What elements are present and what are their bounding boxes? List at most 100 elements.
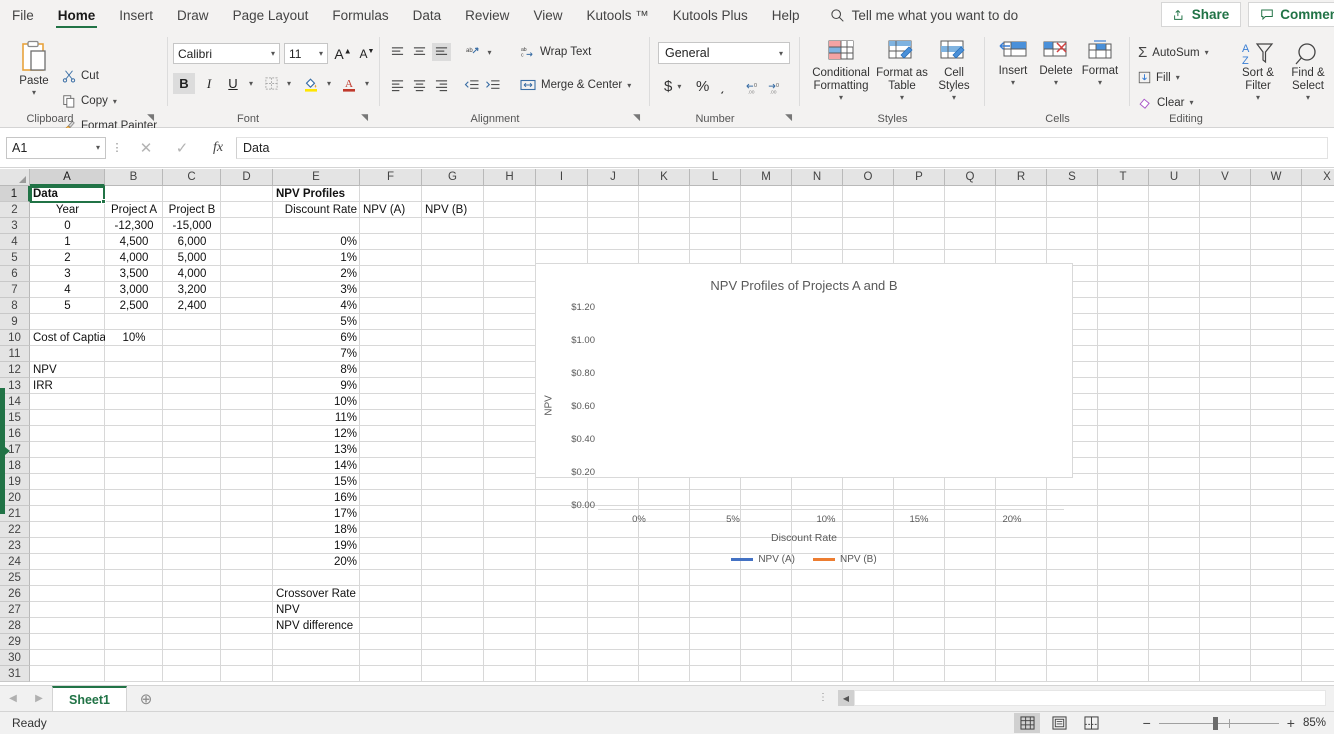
cell-I29[interactable] xyxy=(536,634,588,650)
row-header-6[interactable]: 6 xyxy=(0,266,30,282)
find-select-button[interactable]: Find & Select ▾ xyxy=(1284,41,1332,103)
cell-value-B6[interactable]: 3,500 xyxy=(105,266,163,282)
cell-value-B8[interactable]: 2,500 xyxy=(105,298,163,314)
cell-X23[interactable] xyxy=(1302,538,1334,554)
cell-value-B5[interactable]: 4,000 xyxy=(105,250,163,266)
cell-V21[interactable] xyxy=(1200,506,1251,522)
clear-button[interactable]: Clear ▾ xyxy=(1138,96,1194,109)
cell-B29[interactable] xyxy=(105,634,163,650)
chevron-down-icon[interactable]: ▾ xyxy=(1176,73,1180,82)
cell-H29[interactable] xyxy=(484,634,536,650)
cell-J31[interactable] xyxy=(588,666,639,682)
cell-F29[interactable] xyxy=(360,634,422,650)
cell-V20[interactable] xyxy=(1200,490,1251,506)
cell-C13[interactable] xyxy=(163,378,221,394)
cell-W6[interactable] xyxy=(1251,266,1302,282)
cell-B25[interactable] xyxy=(105,570,163,586)
cell-U6[interactable] xyxy=(1149,266,1200,282)
cell-F19[interactable] xyxy=(360,474,422,490)
cell-value-E27[interactable]: NPV xyxy=(273,602,360,618)
cell-D18[interactable] xyxy=(221,458,273,474)
cell-W20[interactable] xyxy=(1251,490,1302,506)
cell-S31[interactable] xyxy=(1047,666,1098,682)
cell-F3[interactable] xyxy=(360,218,422,234)
cell-T5[interactable] xyxy=(1098,250,1149,266)
cell-B26[interactable] xyxy=(105,586,163,602)
cell-G6[interactable] xyxy=(422,266,484,282)
cell-H6[interactable] xyxy=(484,266,536,282)
column-header-w[interactable]: W xyxy=(1251,169,1302,186)
cell-H21[interactable] xyxy=(484,506,536,522)
cell-S20[interactable] xyxy=(1047,490,1098,506)
cell-F4[interactable] xyxy=(360,234,422,250)
cell-M1[interactable] xyxy=(741,186,792,202)
cell-W24[interactable] xyxy=(1251,554,1302,570)
cell-B27[interactable] xyxy=(105,602,163,618)
cell-W23[interactable] xyxy=(1251,538,1302,554)
cell-C9[interactable] xyxy=(163,314,221,330)
cell-G12[interactable] xyxy=(422,362,484,378)
decrease-font-size-button[interactable]: A▼ xyxy=(356,43,378,64)
cell-W5[interactable] xyxy=(1251,250,1302,266)
cell-I4[interactable] xyxy=(536,234,588,250)
cell-F11[interactable] xyxy=(360,346,422,362)
cell-W25[interactable] xyxy=(1251,570,1302,586)
cell-value-C8[interactable]: 2,400 xyxy=(163,298,221,314)
cell-U22[interactable] xyxy=(1149,522,1200,538)
cell-B12[interactable] xyxy=(105,362,163,378)
cell-P27[interactable] xyxy=(894,602,945,618)
cell-value-E10[interactable]: 6% xyxy=(273,330,360,346)
cell-value-B7[interactable]: 3,000 xyxy=(105,282,163,298)
cell-M20[interactable] xyxy=(741,490,792,506)
cell-C16[interactable] xyxy=(163,426,221,442)
cell-S27[interactable] xyxy=(1047,602,1098,618)
cell-U8[interactable] xyxy=(1149,298,1200,314)
cell-U26[interactable] xyxy=(1149,586,1200,602)
chevron-down-icon[interactable]: ▾ xyxy=(1306,93,1310,102)
chevron-down-icon[interactable]: ▾ xyxy=(1054,78,1058,87)
cell-F22[interactable] xyxy=(360,522,422,538)
cell-F26[interactable] xyxy=(360,586,422,602)
cell-G16[interactable] xyxy=(422,426,484,442)
cell-L30[interactable] xyxy=(690,650,741,666)
cell-I30[interactable] xyxy=(536,650,588,666)
cell-C30[interactable] xyxy=(163,650,221,666)
column-header-g[interactable]: G xyxy=(422,169,484,186)
cell-C21[interactable] xyxy=(163,506,221,522)
cell-D1[interactable] xyxy=(221,186,273,202)
cell-O30[interactable] xyxy=(843,650,894,666)
increase-font-size-button[interactable]: A▲ xyxy=(332,43,354,64)
cell-T1[interactable] xyxy=(1098,186,1149,202)
cell-S26[interactable] xyxy=(1047,586,1098,602)
cell-V17[interactable] xyxy=(1200,442,1251,458)
prev-sheet-button[interactable]: ◀ xyxy=(0,693,26,704)
cell-X20[interactable] xyxy=(1302,490,1334,506)
column-header-k[interactable]: K xyxy=(639,169,690,186)
cell-R20[interactable] xyxy=(996,490,1047,506)
cell-V18[interactable] xyxy=(1200,458,1251,474)
cell-E25[interactable] xyxy=(273,570,360,586)
cell-J26[interactable] xyxy=(588,586,639,602)
row-header-10[interactable]: 10 xyxy=(0,330,30,346)
cell-G10[interactable] xyxy=(422,330,484,346)
cell-U7[interactable] xyxy=(1149,282,1200,298)
cell-D2[interactable] xyxy=(221,202,273,218)
cell-M26[interactable] xyxy=(741,586,792,602)
cell-B17[interactable] xyxy=(105,442,163,458)
zoom-out-button[interactable]: − xyxy=(1143,715,1151,731)
cell-X26[interactable] xyxy=(1302,586,1334,602)
font-size-select[interactable]: 11 ▾ xyxy=(284,43,328,64)
cell-A14[interactable] xyxy=(30,394,105,410)
cell-T24[interactable] xyxy=(1098,554,1149,570)
cell-M2[interactable] xyxy=(741,202,792,218)
cell-W29[interactable] xyxy=(1251,634,1302,650)
cell-D19[interactable] xyxy=(221,474,273,490)
cell-B18[interactable] xyxy=(105,458,163,474)
cell-J28[interactable] xyxy=(588,618,639,634)
cell-T31[interactable] xyxy=(1098,666,1149,682)
cell-V16[interactable] xyxy=(1200,426,1251,442)
cell-value-E4[interactable]: 0% xyxy=(273,234,360,250)
cell-H3[interactable] xyxy=(484,218,536,234)
cell-value-A12[interactable]: NPV xyxy=(30,362,105,378)
cell-value-E17[interactable]: 13% xyxy=(273,442,360,458)
